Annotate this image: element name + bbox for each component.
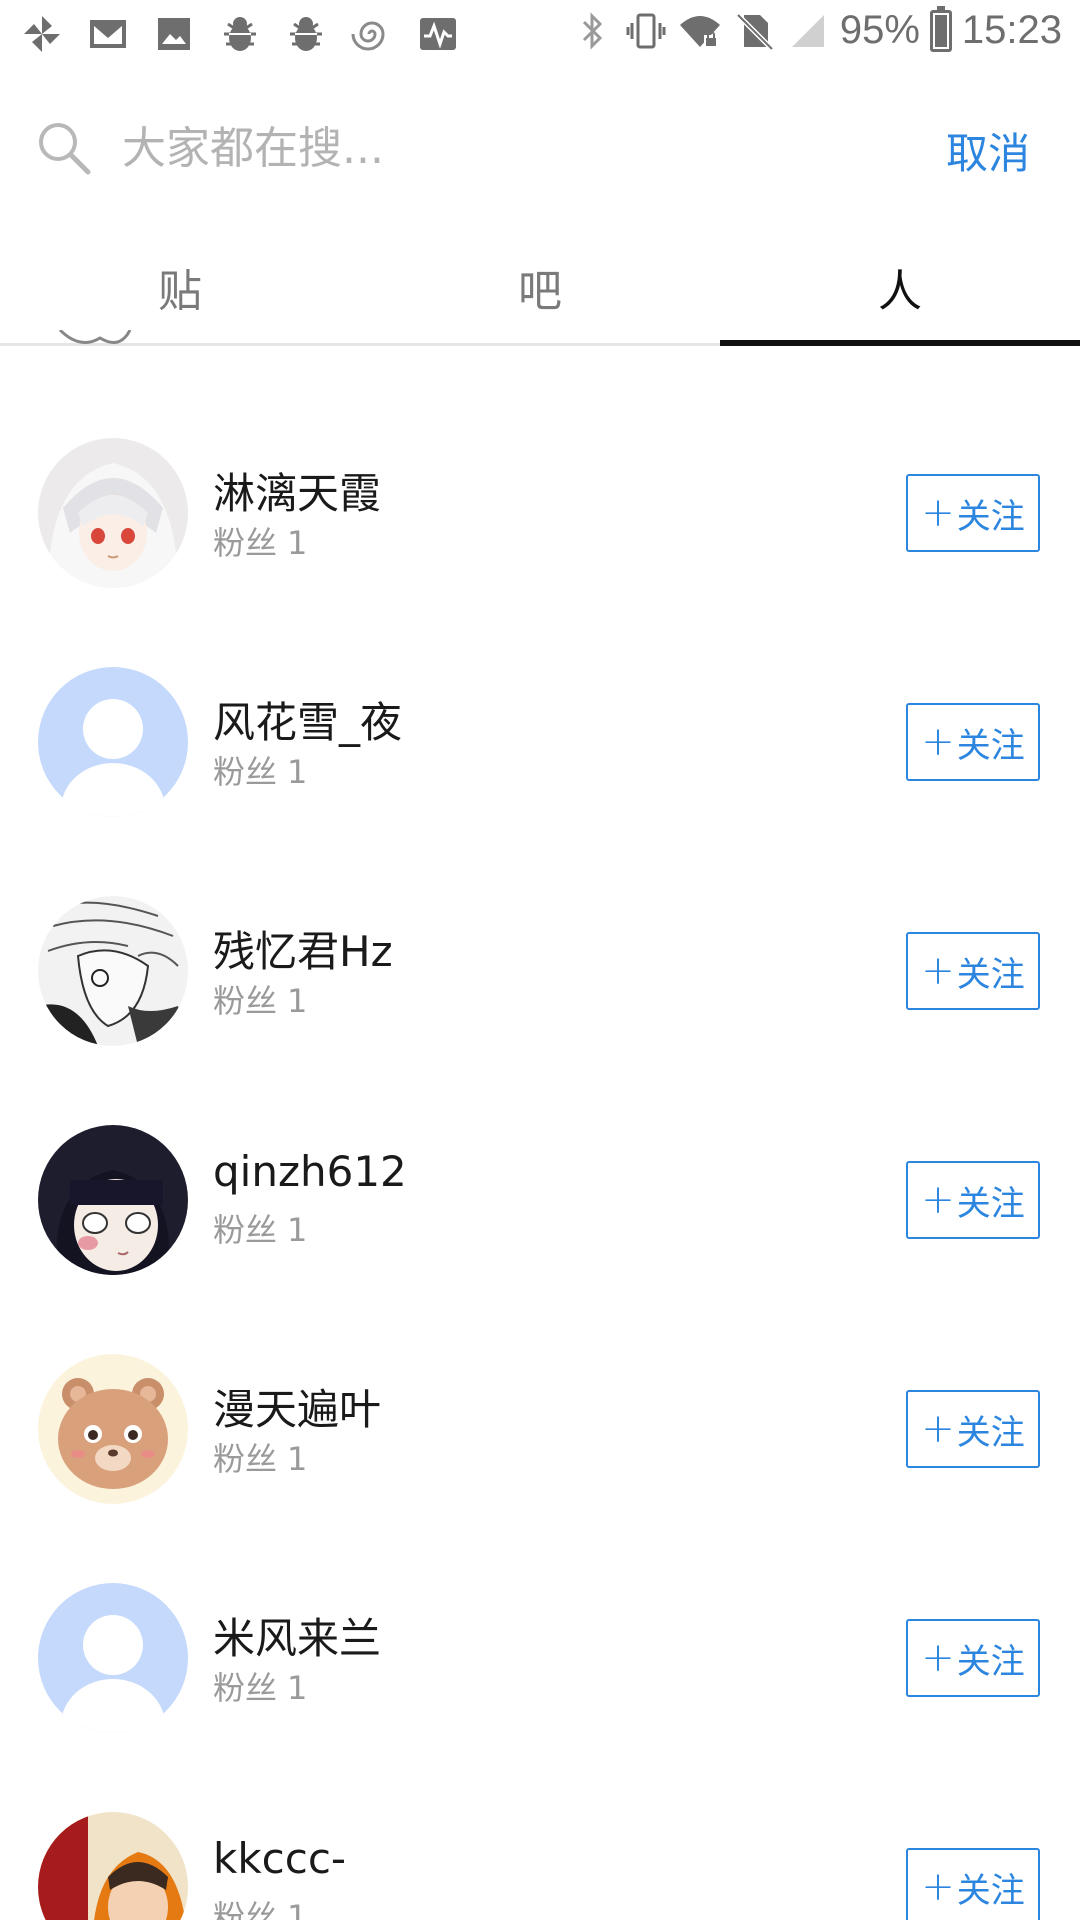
list-item[interactable]: qinzh612 粉丝 1 + 关注 (0, 1047, 1080, 1276)
plus-icon: + (921, 948, 955, 994)
debug-icon (218, 12, 262, 56)
gmail-icon (86, 12, 130, 56)
avatar[interactable] (38, 1354, 188, 1504)
tab-posts[interactable]: 贴 (0, 228, 360, 346)
avatar[interactable] (38, 438, 188, 588)
follow-button[interactable]: + 关注 (906, 1848, 1040, 1920)
signal-icon (786, 9, 830, 53)
avatar[interactable] (38, 1583, 188, 1733)
username[interactable]: 漫天遍叶 (213, 1376, 381, 1437)
list-item[interactable]: 米风来兰 粉丝 1 + 关注 (0, 1505, 1080, 1734)
fans-count: 粉丝 1 (213, 524, 308, 562)
follow-button[interactable]: + 关注 (906, 703, 1040, 781)
plus-icon: + (921, 1864, 955, 1910)
avatar[interactable] (38, 1125, 188, 1275)
cancel-button[interactable]: 取消 (946, 120, 1030, 181)
avatar[interactable] (38, 896, 188, 1046)
username[interactable]: 残忆君Hz (213, 918, 393, 979)
fans-count: 粉丝 1 (213, 753, 308, 791)
list-item[interactable]: kkccc- 粉丝 1 + 关注 (0, 1734, 1080, 1920)
debug-icon (284, 12, 328, 56)
plus-icon: + (921, 719, 955, 765)
username[interactable]: kkccc- (213, 1834, 346, 1883)
fans-count: 粉丝 1 (213, 982, 308, 1020)
wifi-lock-icon (678, 9, 722, 53)
scrolled-avatar-remnant (50, 330, 140, 360)
username[interactable]: qinzh612 (213, 1147, 407, 1196)
battery-percent: 95% (839, 8, 920, 52)
username[interactable]: 淋漓天霞 (213, 460, 381, 521)
plus-icon: + (921, 1635, 955, 1681)
tab-forums[interactable]: 吧 (360, 228, 720, 346)
tab-bar: 贴 吧 人 (0, 228, 1080, 346)
plus-icon: + (921, 490, 955, 536)
swirl-icon (350, 12, 394, 56)
plus-icon: + (921, 1406, 955, 1452)
fans-count: 粉丝 1 (213, 1440, 308, 1478)
bluetooth-icon (570, 9, 614, 53)
username[interactable]: 风花雪_夜 (213, 689, 402, 750)
list-item[interactable]: 淋漓天霞 粉丝 1 + 关注 (0, 360, 1080, 589)
notification-icons (20, 12, 460, 56)
search-icon[interactable] (34, 118, 94, 178)
search-bar: 取消 (0, 88, 1080, 208)
user-list: 淋漓天霞 粉丝 1 + 关注 风花雪_夜 粉丝 1 + 关注 残忆君Hz 粉丝 … (0, 360, 1080, 1920)
avatar[interactable] (38, 667, 188, 817)
follow-button[interactable]: + 关注 (906, 1619, 1040, 1697)
system-status: 95% 15:23 (570, 5, 1062, 53)
tab-people[interactable]: 人 (720, 228, 1080, 346)
vibrate-icon (624, 9, 668, 53)
status-bar: 95% 15:23 (0, 0, 1080, 76)
clock: 15:23 (961, 8, 1062, 52)
photo-icon (152, 12, 196, 56)
search-input[interactable] (122, 116, 822, 180)
follow-button[interactable]: + 关注 (906, 1390, 1040, 1468)
pinwheel-icon (20, 12, 64, 56)
follow-button[interactable]: + 关注 (906, 474, 1040, 552)
plus-icon: + (921, 1177, 955, 1223)
pulse-icon (416, 12, 460, 56)
fans-count: 粉丝 1 (213, 1211, 308, 1249)
fans-count: 粉丝 1 (213, 1669, 308, 1707)
battery-icon (929, 5, 952, 52)
active-tab-indicator (720, 340, 1080, 346)
fans-count: 粉丝 1 (213, 1898, 308, 1920)
no-sim-icon (732, 9, 776, 53)
list-item[interactable]: 风花雪_夜 粉丝 1 + 关注 (0, 589, 1080, 818)
follow-button[interactable]: + 关注 (906, 932, 1040, 1010)
avatar[interactable] (38, 1812, 188, 1920)
username[interactable]: 米风来兰 (213, 1605, 381, 1666)
list-item[interactable]: 漫天遍叶 粉丝 1 + 关注 (0, 1276, 1080, 1505)
list-item[interactable]: 残忆君Hz 粉丝 1 + 关注 (0, 818, 1080, 1047)
follow-button[interactable]: + 关注 (906, 1161, 1040, 1239)
